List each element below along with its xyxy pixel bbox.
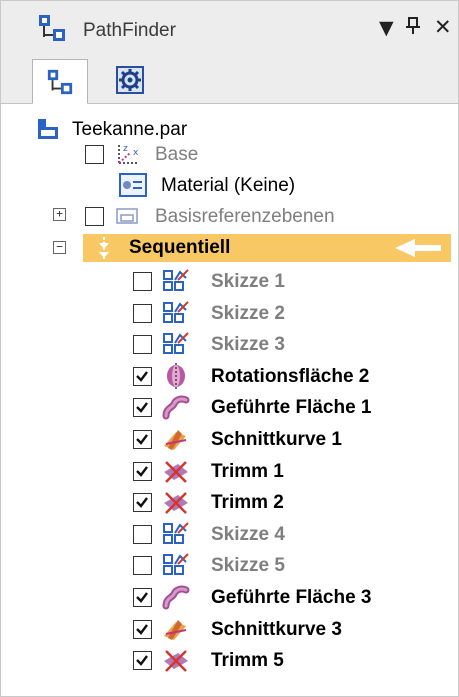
panel-title: PathFinder — [83, 20, 176, 41]
tree-item-label: Basisreferenzebenen — [155, 206, 335, 227]
intersection-curve-icon — [162, 616, 190, 642]
tab-settings[interactable] — [103, 59, 157, 101]
tree-item-feature[interactable]: Geführte Fläche 1 — [133, 392, 443, 422]
checkbox-checked[interactable] — [133, 366, 152, 386]
revolved-surface-icon — [162, 362, 190, 389]
rollback-arrow-icon[interactable] — [395, 238, 441, 258]
checkbox-checked[interactable] — [133, 651, 152, 671]
tree-item-feature[interactable]: Schnittkurve 3 — [133, 614, 443, 644]
tree-item-feature[interactable]: Skizze 1 — [133, 266, 443, 296]
reference-planes-icon — [116, 208, 138, 224]
tree-item-base[interactable]: z x Base — [85, 139, 445, 169]
settings-gear-icon — [116, 66, 144, 94]
material-icon — [119, 173, 147, 197]
checkbox-checked[interactable] — [133, 398, 152, 418]
tree-item-label: Material (Keine) — [161, 175, 296, 196]
tree-item-label: Sequentiell — [129, 237, 231, 258]
tree-item-label: Skizze 2 — [211, 302, 285, 324]
tree-item-feature[interactable]: Skizze 4 — [133, 519, 443, 549]
tree-item-label: Schnittkurve 3 — [211, 618, 342, 640]
checkbox[interactable] — [133, 524, 152, 544]
checkbox[interactable] — [85, 207, 104, 226]
tree-item-label: Trimm 1 — [211, 460, 284, 482]
tree-item-label: Skizze 4 — [211, 523, 285, 545]
sketch-icon — [162, 331, 190, 357]
tree-item-label: Trimm 2 — [211, 492, 284, 514]
checkbox-checked[interactable] — [133, 493, 152, 513]
sketch-icon — [162, 521, 190, 547]
intersection-curve-icon — [162, 426, 190, 452]
checkbox[interactable] — [133, 335, 152, 355]
root-label: Teekanne.par — [72, 119, 188, 140]
dropdown-icon[interactable]: ▼ — [379, 17, 394, 39]
tree-item-feature[interactable]: Schnittkurve 1 — [133, 424, 443, 454]
tree-item-sequential[interactable]: Sequentiell — [85, 233, 385, 263]
checkbox[interactable] — [133, 272, 152, 291]
tree-item-label: Rotationsfläche 2 — [211, 365, 370, 387]
checkbox-checked[interactable] — [133, 430, 152, 449]
tree-item-feature[interactable]: Skizze 5 — [133, 550, 443, 580]
swept-surface-icon — [162, 394, 190, 420]
trim-icon — [162, 458, 190, 484]
collapse-toggle[interactable]: − — [53, 241, 66, 254]
pathfinder-tree-icon — [47, 69, 73, 94]
checkbox-checked[interactable] — [133, 588, 152, 607]
coordinate-system-icon: z x — [118, 144, 139, 164]
swept-surface-icon — [162, 584, 190, 610]
tree-item-feature[interactable]: Trimm 5 — [133, 645, 443, 675]
sketch-icon — [162, 552, 190, 578]
tree-item-feature[interactable]: Trimm 1 — [133, 456, 443, 486]
checkbox[interactable] — [133, 556, 152, 576]
checkbox[interactable] — [133, 303, 152, 323]
checkbox[interactable] — [85, 145, 104, 164]
tree-item-feature[interactable]: Skizze 2 — [133, 298, 443, 328]
checkbox-checked[interactable] — [133, 461, 152, 481]
tree-item-label: Skizze 5 — [211, 555, 285, 577]
close-icon[interactable]: ✕ — [434, 15, 452, 39]
tree-item-feature[interactable]: Skizze 3 — [133, 329, 443, 359]
tree-item-label: Geführte Fläche 3 — [211, 587, 372, 608]
tree-item-label: Trimm 5 — [211, 650, 284, 672]
tree-item-label: Skizze 3 — [211, 334, 285, 356]
tree-item-feature[interactable]: Rotationsfläche 2 — [133, 361, 443, 391]
panel-tabstrip — [1, 53, 458, 104]
sequential-icon — [99, 237, 109, 259]
pin-icon[interactable] — [406, 17, 420, 40]
tree-item-reference-planes[interactable]: Basisreferenzebenen — [85, 201, 445, 231]
svg-text:x: x — [133, 148, 139, 158]
svg-text:z: z — [123, 144, 128, 154]
tree-item-material[interactable]: Material (Keine) — [85, 170, 445, 200]
pathfinder-panel: PathFinder ▼ ✕ Teekanne.par z x Base Mat… — [0, 0, 459, 697]
part-document-icon — [38, 119, 58, 139]
tree-item-feature[interactable]: Trimm 2 — [133, 487, 443, 517]
tab-pathfinder[interactable] — [32, 59, 88, 104]
tree-item-label: Base — [155, 144, 199, 165]
tree-item-label: Geführte Fläche 1 — [211, 397, 372, 419]
panel-titlebar: PathFinder ▼ ✕ — [1, 1, 458, 53]
sketch-icon — [162, 300, 190, 326]
checkbox-checked[interactable] — [133, 619, 152, 639]
expand-toggle[interactable]: + — [53, 208, 66, 221]
trim-icon — [162, 647, 190, 673]
tree-item-label: Schnittkurve 1 — [211, 429, 342, 450]
tree-item-feature[interactable]: Geführte Fläche 3 — [133, 582, 443, 612]
tree-item-label: Skizze 1 — [211, 271, 285, 292]
sketch-icon — [162, 268, 190, 294]
trim-icon — [162, 489, 190, 515]
pathfinder-icon — [39, 15, 65, 41]
